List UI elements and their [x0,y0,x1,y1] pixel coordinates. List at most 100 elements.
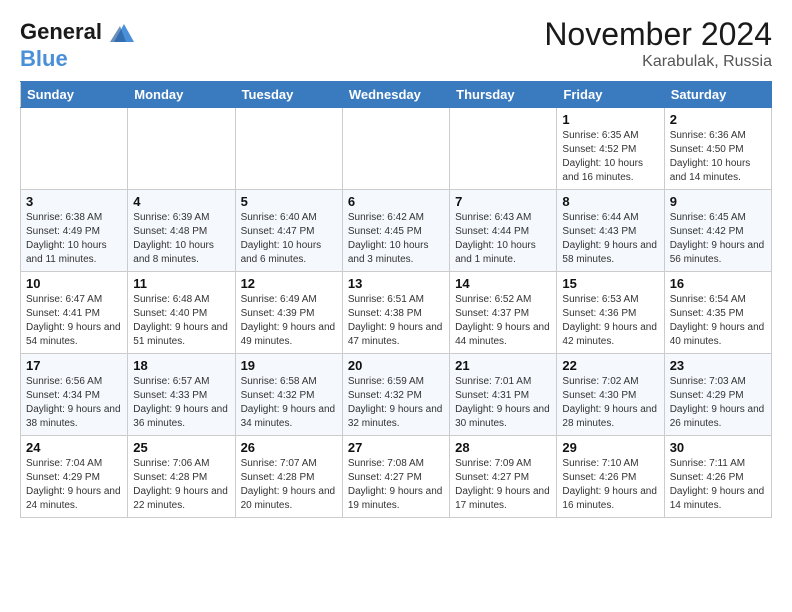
day-number: 10 [26,276,122,291]
header-row: Sunday Monday Tuesday Wednesday Thursday… [21,82,772,108]
day-cell: 28 Sunrise: 7:09 AMSunset: 4:27 PMDayligh… [450,436,557,518]
day-cell: 11 Sunrise: 6:48 AMSunset: 4:40 PMDayligh… [128,272,235,354]
day-cell: 30Sunrise: 7:11 AMSunset: 4:26 PMDayligh… [664,436,771,518]
week-row-5: 24Sunrise: 7:04 AMSunset: 4:29 PMDayligh… [21,436,772,518]
month-title: November 2024 [544,16,772,53]
day-cell: 21 Sunrise: 7:01 AMSunset: 4:31 PMDayligh… [450,354,557,436]
day-info: Sunrise: 6:58 AMSunset: 4:32 PMDaylight:… [241,375,337,431]
day-number: 19 [241,358,337,373]
day-number: 5 [241,194,337,209]
day-cell: 25Sunrise: 7:06 AMSunset: 4:28 PMDayligh… [128,436,235,518]
day-number: 14 [455,276,551,291]
day-cell: 4 Sunrise: 6:39 AMSunset: 4:48 PMDaylight… [128,190,235,272]
day-number: 20 [348,358,444,373]
day-number: 28 [455,440,551,455]
day-number: 18 [133,358,229,373]
day-info: Sunrise: 6:48 AMSunset: 4:40 PMDaylight:… [133,293,229,349]
day-number: 12 [241,276,337,291]
day-info: Sunrise: 7:03 AMSunset: 4:29 PMDaylight:… [670,375,766,431]
day-cell: 10Sunrise: 6:47 AMSunset: 4:41 PMDayligh… [21,272,128,354]
logo-icon [106,16,138,48]
col-tuesday: Tuesday [235,82,342,108]
location-title: Karabulak, Russia [544,53,772,71]
day-cell: 1 Sunrise: 6:35 AMSunset: 4:52 PMDaylight… [557,108,664,190]
day-number: 11 [133,276,229,291]
day-cell: 14 Sunrise: 6:52 AMSunset: 4:37 PMDayligh… [450,272,557,354]
day-cell [342,108,449,190]
day-info: Sunrise: 7:08 AMSunset: 4:27 PMDaylight:… [348,457,444,513]
day-cell: 19 Sunrise: 6:58 AMSunset: 4:32 PMDayligh… [235,354,342,436]
day-number: 21 [455,358,551,373]
day-number: 16 [670,276,766,291]
day-number: 22 [562,358,658,373]
header: General Blue November 2024 Karabulak, Ru… [20,16,772,71]
day-cell: 5 Sunrise: 6:40 AMSunset: 4:47 PMDaylight… [235,190,342,272]
logo-general: General [20,19,102,44]
day-number: 6 [348,194,444,209]
day-number: 29 [562,440,658,455]
day-cell: 22 Sunrise: 7:02 AMSunset: 4:30 PMDayligh… [557,354,664,436]
day-cell: 20Sunrise: 6:59 AMSunset: 4:32 PMDayligh… [342,354,449,436]
day-info: Sunrise: 7:09 AMSunset: 4:27 PMDaylight:… [455,457,551,513]
day-cell: 2Sunrise: 6:36 AMSunset: 4:50 PMDaylight… [664,108,771,190]
day-info: Sunrise: 6:43 AMSunset: 4:44 PMDaylight:… [455,211,551,267]
day-info: Sunrise: 6:44 AMSunset: 4:43 PMDaylight:… [562,211,658,267]
col-wednesday: Wednesday [342,82,449,108]
day-cell: 23 Sunrise: 7:03 AMSunset: 4:29 PMDayligh… [664,354,771,436]
day-info: Sunrise: 6:52 AMSunset: 4:37 PMDaylight:… [455,293,551,349]
day-info: Sunrise: 7:10 AMSunset: 4:26 PMDaylight:… [562,457,658,513]
day-info: Sunrise: 7:02 AMSunset: 4:30 PMDaylight:… [562,375,658,431]
day-info: Sunrise: 6:35 AMSunset: 4:52 PMDaylight:… [562,129,658,185]
day-number: 25 [133,440,229,455]
day-info: Sunrise: 6:49 AMSunset: 4:39 PMDaylight:… [241,293,337,349]
day-cell: 13 Sunrise: 6:51 AMSunset: 4:38 PMDayligh… [342,272,449,354]
day-cell: 27 Sunrise: 7:08 AMSunset: 4:27 PMDayligh… [342,436,449,518]
day-info: Sunrise: 6:45 AMSunset: 4:42 PMDaylight:… [670,211,766,267]
day-info: Sunrise: 6:42 AMSunset: 4:45 PMDaylight:… [348,211,444,267]
day-cell: 24Sunrise: 7:04 AMSunset: 4:29 PMDayligh… [21,436,128,518]
day-number: 15 [562,276,658,291]
day-info: Sunrise: 6:38 AMSunset: 4:49 PMDaylight:… [26,211,122,267]
day-number: 24 [26,440,122,455]
day-cell: 16 Sunrise: 6:54 AMSunset: 4:35 PMDayligh… [664,272,771,354]
day-info: Sunrise: 7:07 AMSunset: 4:28 PMDaylight:… [241,457,337,513]
day-number: 2 [670,112,766,127]
day-number: 4 [133,194,229,209]
day-cell: 6 Sunrise: 6:42 AMSunset: 4:45 PMDaylight… [342,190,449,272]
col-sunday: Sunday [21,82,128,108]
logo: General Blue [20,16,138,70]
logo-blue: Blue [20,48,138,70]
day-number: 23 [670,358,766,373]
day-cell: 18Sunrise: 6:57 AMSunset: 4:33 PMDayligh… [128,354,235,436]
day-cell: 26 Sunrise: 7:07 AMSunset: 4:28 PMDayligh… [235,436,342,518]
day-info: Sunrise: 6:51 AMSunset: 4:38 PMDaylight:… [348,293,444,349]
day-cell: 9 Sunrise: 6:45 AMSunset: 4:42 PMDaylight… [664,190,771,272]
day-info: Sunrise: 6:39 AMSunset: 4:48 PMDaylight:… [133,211,229,267]
col-monday: Monday [128,82,235,108]
day-cell: 17Sunrise: 6:56 AMSunset: 4:34 PMDayligh… [21,354,128,436]
day-cell: 15Sunrise: 6:53 AMSunset: 4:36 PMDayligh… [557,272,664,354]
day-number: 1 [562,112,658,127]
day-number: 8 [562,194,658,209]
week-row-1: 1 Sunrise: 6:35 AMSunset: 4:52 PMDaylight… [21,108,772,190]
day-info: Sunrise: 6:54 AMSunset: 4:35 PMDaylight:… [670,293,766,349]
day-number: 9 [670,194,766,209]
calendar-table: Sunday Monday Tuesday Wednesday Thursday… [20,81,772,518]
day-cell [450,108,557,190]
day-number: 26 [241,440,337,455]
week-row-3: 10Sunrise: 6:47 AMSunset: 4:41 PMDayligh… [21,272,772,354]
day-number: 13 [348,276,444,291]
day-cell: 12 Sunrise: 6:49 AMSunset: 4:39 PMDayligh… [235,272,342,354]
day-info: Sunrise: 7:01 AMSunset: 4:31 PMDaylight:… [455,375,551,431]
day-info: Sunrise: 7:11 AMSunset: 4:26 PMDaylight:… [670,457,766,513]
day-number: 3 [26,194,122,209]
day-info: Sunrise: 6:40 AMSunset: 4:47 PMDaylight:… [241,211,337,267]
week-row-2: 3 Sunrise: 6:38 AMSunset: 4:49 PMDaylight… [21,190,772,272]
day-cell: 7 Sunrise: 6:43 AMSunset: 4:44 PMDaylight… [450,190,557,272]
day-cell: 3 Sunrise: 6:38 AMSunset: 4:49 PMDaylight… [21,190,128,272]
day-number: 27 [348,440,444,455]
day-cell [128,108,235,190]
title-block: November 2024 Karabulak, Russia [544,16,772,71]
day-number: 7 [455,194,551,209]
day-number: 17 [26,358,122,373]
